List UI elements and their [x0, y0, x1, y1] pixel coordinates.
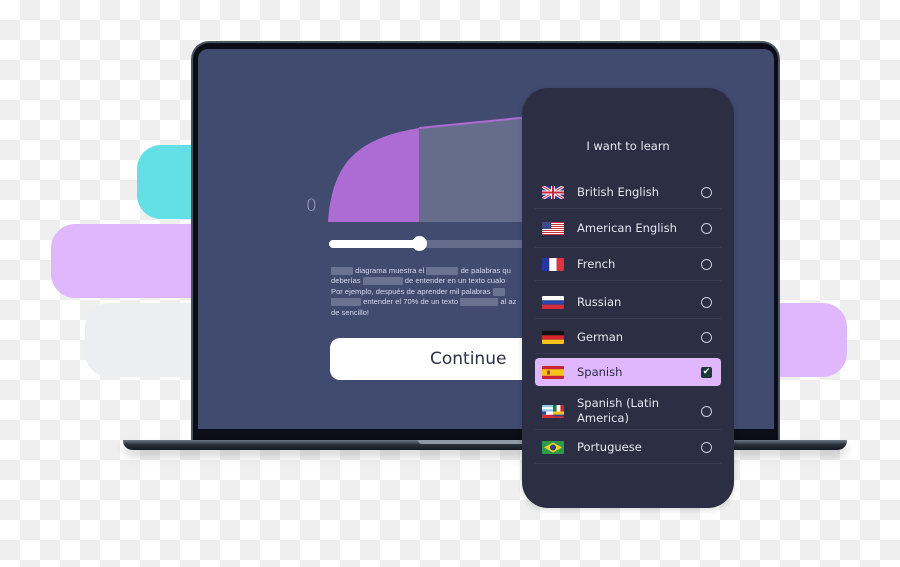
- us-flag-icon: [542, 222, 564, 235]
- redacted-word: [331, 267, 353, 275]
- description-text: diagrama muestra el: [353, 266, 427, 275]
- redacted-word: [426, 267, 459, 275]
- brazil-flag-icon: [542, 440, 564, 454]
- redacted-word: [362, 277, 403, 286]
- description-text: entender el 70% de un texto: [361, 297, 461, 307]
- description-text: al az: [498, 297, 517, 307]
- chart-known-area: [328, 128, 419, 222]
- language-option[interactable]: Russian: [535, 286, 721, 319]
- chart-description: diagrama muestra el de palabras qu deber…: [331, 266, 531, 318]
- chart-remaining-area: [419, 118, 530, 222]
- language-option[interactable]: Spanish ✔: [535, 358, 721, 386]
- description-line: deberías de entender en un texto cualo: [331, 276, 531, 286]
- description-text: Por ejemplo, después de aprender mil pal…: [331, 286, 493, 296]
- language-option[interactable]: German: [535, 321, 721, 354]
- language-label: Portuguese: [577, 439, 642, 454]
- spain-flag-icon: [542, 365, 564, 379]
- language-option[interactable]: Portuguese: [535, 430, 721, 464]
- redacted-word: [331, 298, 361, 307]
- language-option[interactable]: American English: [535, 209, 721, 248]
- language-label: Russian: [577, 295, 622, 309]
- description-line: entender el 70% de un texto al az: [331, 297, 531, 307]
- latin-america-flag-icon: [542, 404, 564, 418]
- germany-flag-icon: [542, 331, 564, 344]
- language-label: American English: [577, 221, 677, 235]
- language-option[interactable]: Spanish (Latin America): [535, 392, 721, 430]
- description-line: Por ejemplo, después de aprender mil pal…: [331, 287, 531, 297]
- radio-unselected-icon[interactable]: [701, 405, 712, 417]
- radio-unselected-icon[interactable]: [701, 223, 712, 234]
- description-text: de palabras qu: [458, 266, 511, 275]
- description-text: deberías: [331, 276, 363, 286]
- language-option[interactable]: French: [535, 248, 721, 281]
- language-label: French: [577, 257, 616, 271]
- language-label: Spanish (Latin America): [577, 396, 659, 425]
- redacted-word: [460, 298, 499, 307]
- checkbox-checked-icon[interactable]: ✔: [701, 366, 712, 378]
- radio-unselected-icon[interactable]: [701, 297, 712, 308]
- radio-unselected-icon[interactable]: [701, 259, 712, 270]
- slider-fill: [329, 240, 419, 248]
- description-line: diagrama muestra el de palabras qu: [331, 266, 531, 276]
- laptop-notch: [418, 440, 528, 444]
- radio-unselected-icon[interactable]: [701, 441, 712, 453]
- description-line: de sencillo!: [331, 308, 531, 318]
- radio-unselected-icon[interactable]: [701, 186, 712, 198]
- russia-flag-icon: [542, 296, 564, 309]
- vocabulary-chart: [328, 116, 530, 222]
- slider-thumb[interactable]: [412, 236, 427, 251]
- language-label: Spanish: [577, 364, 623, 379]
- language-option[interactable]: British English: [535, 175, 721, 209]
- picker-title: I want to learn: [586, 139, 670, 153]
- language-label: German: [577, 330, 624, 344]
- chart-zero-label: 0: [306, 196, 317, 216]
- radio-unselected-icon[interactable]: [701, 332, 712, 343]
- language-label: British English: [577, 184, 659, 199]
- description-text: de entender en un texto cualo: [402, 276, 506, 286]
- france-flag-icon: [542, 258, 564, 271]
- description-text: de sencillo!: [331, 307, 369, 317]
- continue-button[interactable]: Continue: [330, 338, 540, 380]
- uk-flag-icon: [542, 185, 564, 199]
- language-picker-phone: I want to learn British English American …: [522, 88, 734, 508]
- redacted-word: [492, 287, 505, 296]
